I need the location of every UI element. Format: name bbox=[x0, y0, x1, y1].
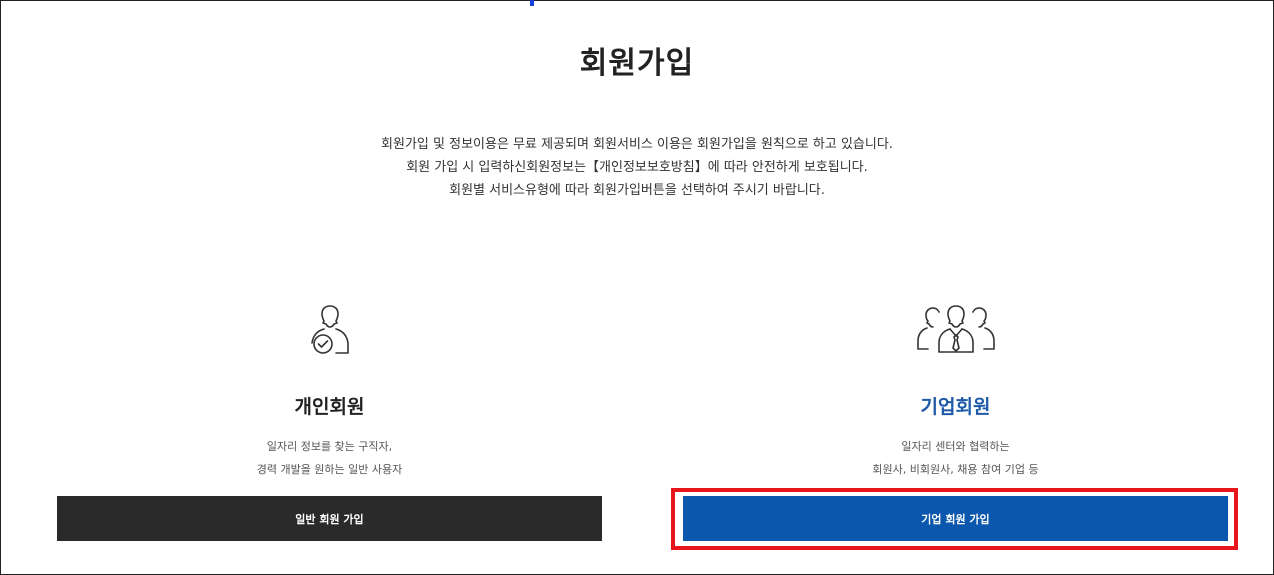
desc-line: 일자리 센터와 협력하는 bbox=[901, 440, 1010, 453]
intro-line: 회원가입 및 정보이용은 무료 제공되며 회원서비스 이용은 회원가입을 원칙으… bbox=[381, 137, 893, 152]
intro-line: 회원별 서비스유형에 따라 회원가입버튼을 선택하여 주시기 바랍니다. bbox=[449, 183, 825, 198]
desc-line: 회원사, 비회원사, 채용 참여 기업 등 bbox=[872, 463, 1039, 476]
desc-line: 일자리 정보를 찾는 구직자, bbox=[266, 440, 393, 453]
corporate-signup-button[interactable]: 기업 회원 가입 bbox=[683, 496, 1228, 541]
person-check-icon bbox=[57, 300, 602, 362]
personal-member-description: 일자리 정보를 찾는 구직자, 경력 개발을 원하는 일반 사용자 bbox=[57, 435, 602, 481]
corporate-member-description: 일자리 센터와 협력하는 회원사, 비회원사, 채용 참여 기업 등 bbox=[683, 435, 1228, 481]
intro-line: 회원 가입 시 입력하신회원정보는【개인정보보호방침】에 따라 안전하게 보호됩… bbox=[406, 160, 868, 175]
personal-member-panel: 개인회원 일자리 정보를 찾는 구직자, 경력 개발을 원하는 일반 사용자 bbox=[57, 300, 602, 481]
corporate-member-title: 기업회원 bbox=[920, 396, 991, 418]
group-tie-icon bbox=[683, 300, 1228, 362]
page-title: 회원가입 bbox=[579, 46, 695, 81]
personal-signup-button[interactable]: 일반 회원 가입 bbox=[57, 496, 602, 541]
personal-member-title: 개인회원 bbox=[294, 396, 365, 418]
desc-line: 경력 개발을 원하는 일반 사용자 bbox=[256, 463, 403, 476]
corporate-member-panel: 기업회원 일자리 센터와 협력하는 회원사, 비회원사, 채용 참여 기업 등 bbox=[683, 300, 1228, 481]
blue-marker bbox=[530, 0, 534, 6]
page-frame bbox=[0, 0, 1274, 575]
intro-text: 회원가입 및 정보이용은 무료 제공되며 회원서비스 이용은 회원가입을 원칙으… bbox=[0, 133, 1274, 202]
